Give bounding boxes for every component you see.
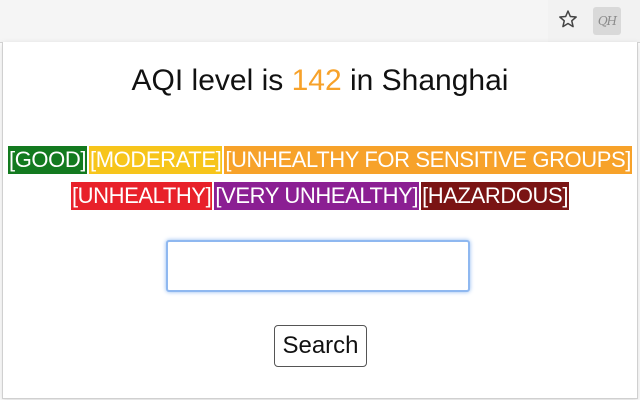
level-very-unhealthy: [VERY UNHEALTHY] [214,182,420,210]
aqi-value: 142 [291,64,342,97]
search-button[interactable]: Search [274,325,367,367]
star-icon [558,9,578,34]
extension-icon-button[interactable]: QH [593,7,621,35]
aqi-headline: AQI level is 142 in Shanghai [0,64,640,98]
bookmark-star-button[interactable] [556,9,580,33]
headline-suffix: in Shanghai [341,64,509,97]
aqi-legend-row-2: [UNHEALTHY] [VERY UNHEALTHY] [HAZARDOUS] [0,182,640,210]
level-unhealthy-sensitive: [UNHEALTHY FOR SENSITIVE GROUPS] [224,146,633,174]
city-search-input[interactable] [166,240,470,292]
browser-toolbar: QH [0,0,640,43]
aqi-legend-row-1: [GOOD] [MODERATE] [UNHEALTHY FOR SENSITIVE… [0,146,640,174]
extension-logo-icon: QH [597,14,617,28]
toolbar-area [0,0,548,42]
level-hazardous: [HAZARDOUS] [421,182,570,210]
headline-prefix: AQI level is [131,64,292,97]
level-good: [GOOD] [7,146,88,174]
level-moderate: [MODERATE] [89,146,223,174]
level-unhealthy: [UNHEALTHY] [70,182,213,210]
